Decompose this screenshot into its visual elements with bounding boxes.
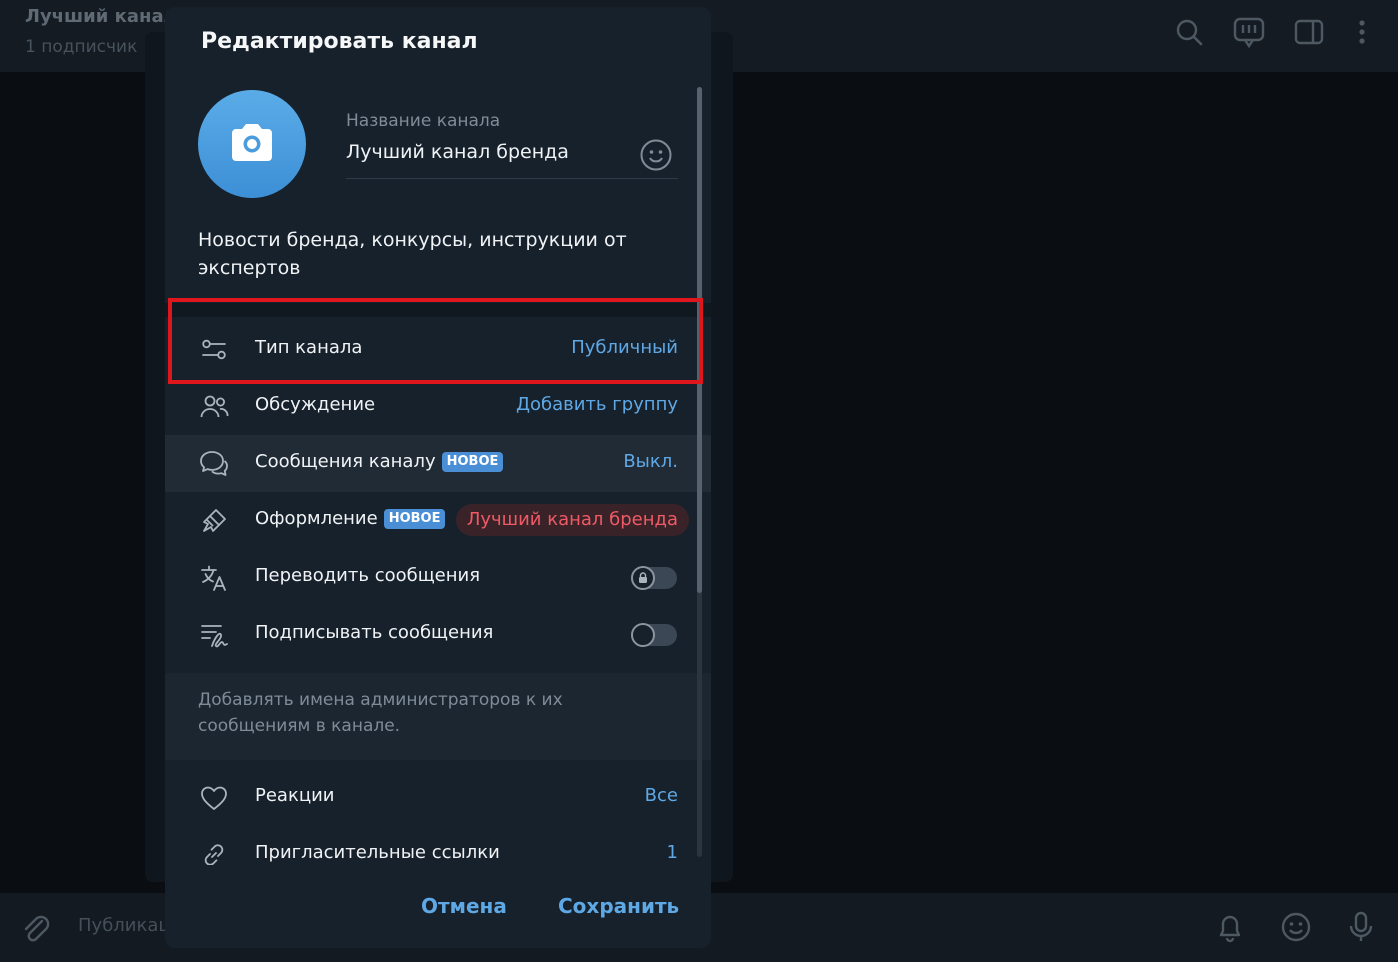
- setting-label: Пригласительные ссылки: [255, 842, 500, 863]
- sign-hint-text: Добавлять имена администраторов к их соо…: [198, 690, 563, 736]
- bell-icon[interactable]: [1212, 909, 1248, 945]
- emoji-icon[interactable]: [1278, 909, 1314, 945]
- translate-toggle[interactable]: [631, 566, 677, 590]
- setting-label: Реакции: [255, 785, 335, 806]
- brush-icon: [203, 509, 226, 532]
- highlight-annotation-box: [168, 298, 703, 384]
- sidebar-icon[interactable]: [1291, 14, 1327, 50]
- sign-messages-toggle[interactable]: [631, 623, 677, 647]
- lock-icon: [639, 572, 647, 583]
- setting-value: Все: [644, 785, 678, 806]
- new-badge: НОВОЕ: [383, 508, 446, 529]
- users-icon: [200, 395, 229, 418]
- camera-icon: [232, 124, 272, 161]
- setting-value: 1: [666, 842, 678, 863]
- chat-subtitle: 1 подписчик: [25, 37, 138, 57]
- setting-label: Обсуждение: [255, 394, 376, 415]
- setting-label-text: Сообщения каналу: [255, 451, 436, 472]
- setting-row-channel-messages[interactable]: Сообщения каналу НОВОЕ Выкл.: [165, 435, 711, 492]
- setting-value: Добавить группу: [515, 394, 678, 415]
- new-badge: НОВОЕ: [441, 451, 504, 472]
- dialog-footer: Отмена Сохранить: [165, 865, 711, 948]
- cancel-button[interactable]: Отмена: [421, 894, 507, 918]
- edit-channel-dialog: Редактировать канал Название канала Лучш…: [165, 7, 711, 948]
- setting-label: Переводить сообщения: [255, 565, 481, 586]
- setting-label: Оформление НОВОЕ: [255, 508, 446, 529]
- chat-bubbles-icon: [200, 451, 228, 476]
- channel-name-input[interactable]: Лучший канал бренда: [346, 141, 569, 163]
- setting-row-reactions[interactable]: Реакции Все: [165, 769, 711, 826]
- channel-description-input[interactable]: Новости бренда, конкурсы, инструкции от …: [198, 226, 668, 282]
- toggle-knob: [631, 566, 655, 590]
- avatar-upload-button[interactable]: [198, 90, 306, 198]
- setting-label: Сообщения каналу НОВОЕ: [255, 451, 504, 472]
- setting-row-discussion[interactable]: Обсуждение Добавить группу: [165, 378, 711, 435]
- poll-icon[interactable]: [1231, 14, 1267, 50]
- save-button[interactable]: Сохранить: [558, 894, 679, 918]
- dialog-title: Редактировать канал: [201, 29, 478, 54]
- channel-name-underline: [346, 178, 678, 179]
- search-icon[interactable]: [1171, 14, 1207, 50]
- more-vertical-icon[interactable]: [1344, 14, 1380, 50]
- attach-icon[interactable]: [18, 911, 54, 947]
- sign-hint-section: Добавлять имена администраторов к их соо…: [165, 673, 711, 760]
- setting-label-text: Оформление: [255, 508, 378, 529]
- heart-icon: [201, 786, 227, 810]
- dialog-scrollbar[interactable]: [697, 87, 702, 857]
- signature-icon: [201, 625, 228, 648]
- emoji-icon[interactable]: [639, 138, 673, 172]
- channel-name-label: Название канала: [346, 111, 501, 131]
- setting-value: Выкл.: [623, 451, 678, 472]
- setting-row-appearance[interactable]: Оформление НОВОЕ Лучший канал бренда: [165, 492, 711, 549]
- microphone-icon[interactable]: [1343, 909, 1379, 945]
- appearance-name-pill: Лучший канал бренда: [455, 504, 689, 536]
- translate-icon: [201, 565, 226, 591]
- setting-row-sign[interactable]: Подписывать сообщения: [165, 606, 711, 663]
- setting-label: Подписывать сообщения: [255, 622, 494, 643]
- setting-row-translate[interactable]: Переводить сообщения: [165, 549, 711, 606]
- toggle-knob: [631, 623, 655, 647]
